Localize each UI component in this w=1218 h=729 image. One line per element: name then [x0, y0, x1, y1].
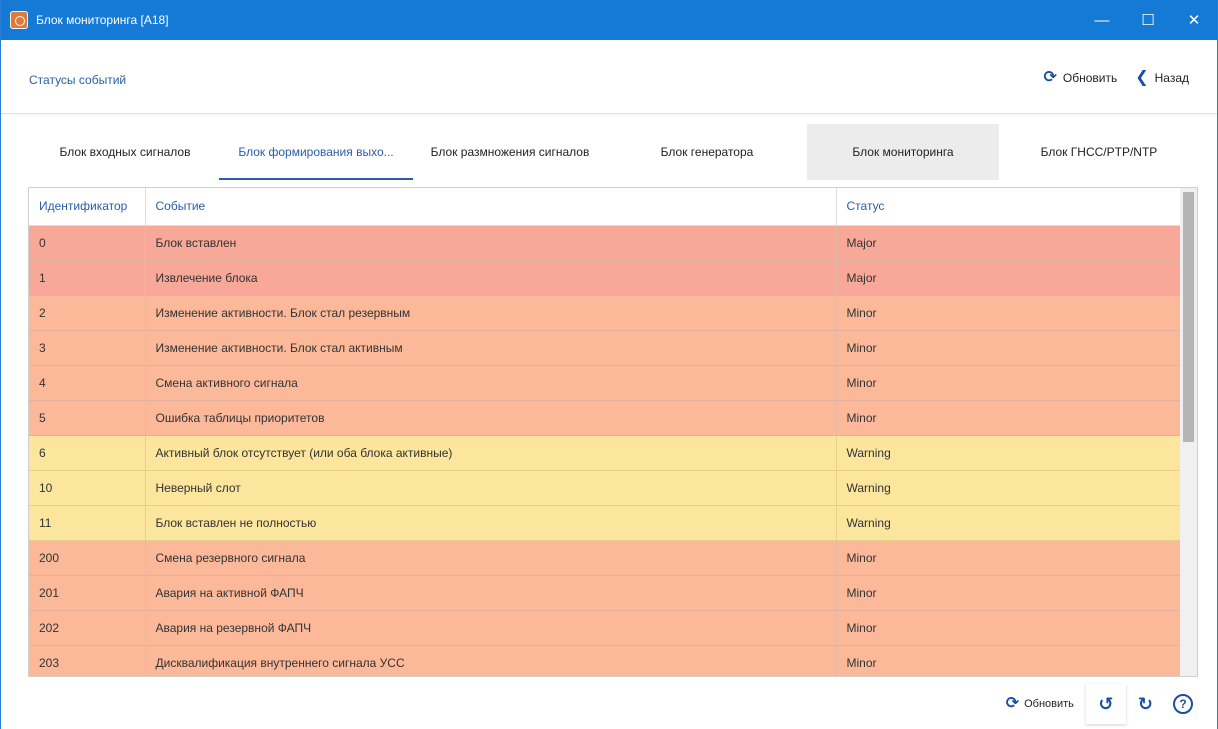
cell-status: Warning	[836, 505, 1182, 541]
back-label: Назад	[1154, 71, 1189, 85]
undo-icon: ↺	[1098, 694, 1114, 714]
cell-status: Warning	[836, 435, 1182, 471]
cell-event: Изменение активности. Блок стал активным	[145, 330, 837, 366]
cell-event: Блок вставлен	[145, 225, 837, 261]
header-refresh-button[interactable]: ⟳ Обновить	[1043, 70, 1117, 86]
help-icon: ?	[1173, 694, 1193, 714]
table-row[interactable]: 201 Авария на активной ФАПЧ Minor	[29, 575, 1182, 611]
cell-event: Изменение активности. Блок стал резервны…	[145, 295, 837, 331]
cell-id: 201	[29, 575, 146, 611]
cell-id: 2	[29, 295, 146, 331]
window-title: Блок мониторинга [A18]	[36, 13, 169, 27]
cell-id: 6	[29, 435, 146, 471]
app-icon	[10, 11, 28, 29]
redo-button[interactable]: ↻	[1130, 684, 1161, 724]
breadcrumb[interactable]: Статусы событий	[29, 73, 126, 87]
cell-event: Неверный слот	[145, 470, 837, 506]
column-header-event[interactable]: Событие	[145, 188, 837, 226]
cell-status: Minor	[836, 575, 1182, 611]
cell-event: Активный блок отсутствует (или оба блока…	[145, 435, 837, 471]
cell-id: 0	[29, 225, 146, 261]
table-row[interactable]: 2 Изменение активности. Блок стал резерв…	[29, 295, 1182, 331]
cell-id: 202	[29, 610, 146, 646]
page-header: Статусы событий ⟳ Обновить ❮ Назад	[1, 40, 1217, 114]
maximize-button[interactable]: ☐	[1125, 0, 1171, 40]
cell-event: Блок вставлен не полностью	[145, 505, 837, 541]
tab-monitoring[interactable]: Блок мониторинга	[807, 124, 999, 180]
cell-status: Minor	[836, 295, 1182, 331]
cell-id: 5	[29, 400, 146, 436]
cell-status: Minor	[836, 330, 1182, 366]
cell-event: Авария на резервной ФАПЧ	[145, 610, 837, 646]
minimize-button[interactable]: —	[1079, 0, 1125, 40]
table-row[interactable]: 1 Извлечение блока Major	[29, 260, 1182, 296]
cell-id: 4	[29, 365, 146, 401]
table-row[interactable]: 4 Смена активного сигнала Minor	[29, 365, 1182, 401]
table-row[interactable]: 200 Смена резервного сигнала Minor	[29, 540, 1182, 576]
module-tabs: Блок входных сигналов Блок формирования …	[31, 124, 1199, 180]
refresh-icon: ⟳	[1005, 695, 1020, 712]
cell-id: 11	[29, 505, 146, 541]
cell-event: Авария на активной ФАПЧ	[145, 575, 837, 611]
help-button[interactable]: ?	[1165, 684, 1201, 724]
tab-output-forming[interactable]: Блок формирования выхо...	[219, 124, 413, 180]
table-scrollbar[interactable]	[1180, 188, 1197, 676]
footer-refresh-button[interactable]: ⟳ Обновить	[998, 684, 1082, 724]
cell-id: 200	[29, 540, 146, 576]
cell-status: Warning	[836, 470, 1182, 506]
table-header-row: Идентификатор Событие Статус	[29, 188, 1182, 226]
scrollbar-thumb[interactable]	[1183, 192, 1194, 442]
cell-event: Ошибка таблицы приоритетов	[145, 400, 837, 436]
cell-status: Minor	[836, 400, 1182, 436]
table-row[interactable]: 202 Авария на резервной ФАПЧ Minor	[29, 610, 1182, 646]
close-button[interactable]: ✕	[1171, 0, 1217, 40]
column-header-status[interactable]: Статус	[836, 188, 1182, 226]
table-row[interactable]: 0 Блок вставлен Major	[29, 225, 1182, 261]
cell-status: Major	[836, 260, 1182, 296]
cell-event: Извлечение блока	[145, 260, 837, 296]
undo-button[interactable]: ↺	[1085, 684, 1126, 724]
cell-status: Minor	[836, 365, 1182, 401]
cell-event: Смена активного сигнала	[145, 365, 837, 401]
table-row[interactable]: 6 Активный блок отсутствует (или оба бло…	[29, 435, 1182, 471]
tab-signal-distribution[interactable]: Блок размножения сигналов	[413, 124, 607, 180]
cell-status: Minor	[836, 540, 1182, 576]
window-controls: — ☐ ✕	[1079, 0, 1217, 40]
cell-status: Minor	[836, 645, 1182, 676]
redo-icon: ↻	[1137, 694, 1153, 714]
cell-id: 10	[29, 470, 146, 506]
table-row[interactable]: 5 Ошибка таблицы приоритетов Minor	[29, 400, 1182, 436]
app-window: Блок мониторинга [A18] — ☐ ✕ Статусы соб…	[0, 0, 1218, 729]
cell-status: Major	[836, 225, 1182, 261]
refresh-icon: ⟳	[1043, 69, 1057, 86]
table-row[interactable]: 10 Неверный слот Warning	[29, 470, 1182, 506]
tab-input-signals[interactable]: Блок входных сигналов	[31, 124, 219, 180]
header-refresh-label: Обновить	[1062, 71, 1118, 85]
events-table-container: Идентификатор Событие Статус 0 Блок вста…	[28, 187, 1198, 677]
tab-gnss-ptp-ntp[interactable]: Блок ГНСС/PTP/NTP	[999, 124, 1199, 180]
tab-generator[interactable]: Блок генератора	[607, 124, 807, 180]
cell-event: Смена резервного сигнала	[145, 540, 837, 576]
table-row[interactable]: 3 Изменение активности. Блок стал активн…	[29, 330, 1182, 366]
back-button[interactable]: ❮ Назад	[1135, 70, 1189, 86]
table-row[interactable]: 11 Блок вставлен не полностью Warning	[29, 505, 1182, 541]
cell-id: 3	[29, 330, 146, 366]
title-bar: Блок мониторинга [A18] — ☐ ✕	[1, 0, 1217, 40]
cell-event: Дисквалификация внутреннего сигнала УСС	[145, 645, 837, 676]
table-row[interactable]: 203 Дисквалификация внутреннего сигнала …	[29, 645, 1182, 676]
cell-id: 1	[29, 260, 146, 296]
cell-status: Minor	[836, 610, 1182, 646]
column-header-id[interactable]: Идентификатор	[29, 188, 146, 226]
footer-toolbar: ⟳ Обновить ↺ ↻ ?	[998, 683, 1201, 725]
footer-refresh-label: Обновить	[1024, 698, 1074, 710]
events-table: Идентификатор Событие Статус 0 Блок вста…	[29, 188, 1182, 676]
header-actions: ⟳ Обновить ❮ Назад	[1043, 70, 1189, 86]
chevron-left-icon: ❮	[1135, 69, 1149, 86]
cell-id: 203	[29, 645, 146, 676]
